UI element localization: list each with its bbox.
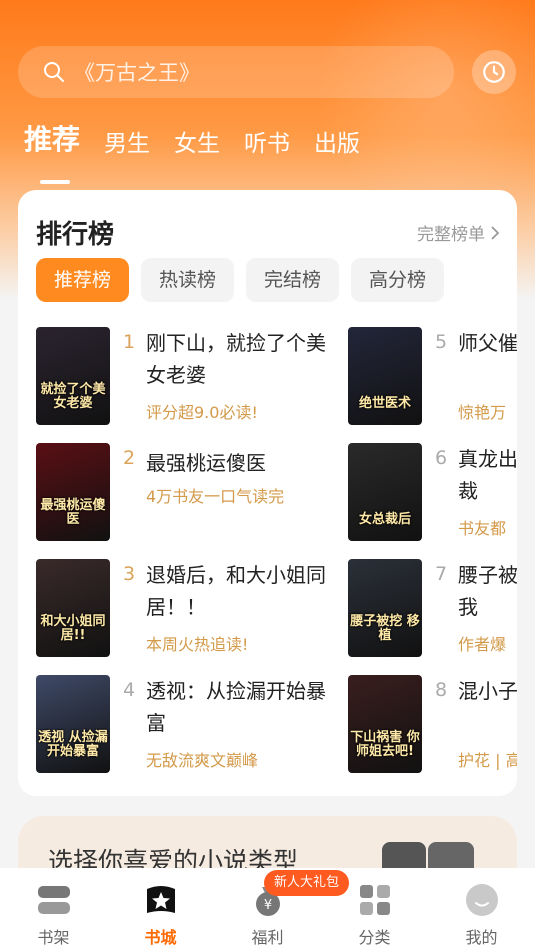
cover-title: 和大小姐同居!! [40, 614, 106, 643]
ranking-card: 排行榜 完整榜单 推荐榜 热读榜 完结榜 高分榜 就捡了个美女老婆 1 刚下山，… [18, 190, 517, 796]
book-title: 腰子被挖，移植肾后我 [458, 563, 517, 619]
book-cover: 女总裁后 [348, 443, 422, 541]
book-item[interactable]: 最强桃运傻医 2 最强桃运傻医 4万书友一口气读完 [36, 443, 356, 543]
categories-grid-icon [359, 885, 390, 915]
book-rank: 7 [435, 563, 448, 585]
nav-label: 书城 [144, 928, 177, 947]
book-item[interactable]: 和大小姐同居!! 3 退婚后，和大小姐同居！！ 本周火热追读! [36, 559, 356, 659]
book-cover: 下山祸害 你师姐去吧! [348, 675, 422, 773]
book-cover: 绝世医术 [348, 327, 422, 425]
nav-label: 分类 [358, 928, 391, 947]
book-cover: 就捡了个美女老婆 [36, 327, 110, 425]
cover-title: 绝世医术 [358, 396, 411, 411]
book-tag: 无敌流爽文巅峰 [146, 751, 259, 770]
cover-title: 下山祸害 你师姐去吧! [350, 730, 420, 759]
bookstore-star-icon [146, 886, 175, 913]
chevron-right-icon [491, 225, 500, 240]
book-title: 真龙出狱：物人女总裁 [458, 447, 517, 503]
book-item[interactable]: 就捡了个美女老婆 1 刚下山，就捡了个美女老婆 评分超9.0必读! [36, 327, 356, 427]
book-item[interactable]: 腰子被挖 移植 7 腰子被挖，移植肾后我 作者爆 [348, 559, 517, 659]
book-title: 透视：从捡漏开始暴富 [146, 679, 326, 735]
search-placeholder: 《万古之王》 [74, 61, 200, 85]
new-user-gift-badge[interactable]: 新人大礼包 [264, 870, 350, 896]
ranking-filters: 推荐榜 热读榜 完结榜 高分榜 [36, 258, 456, 302]
profile-icon [465, 884, 498, 916]
bookshelf-icon [37, 886, 70, 914]
book-cover: 和大小姐同居!! [36, 559, 110, 657]
book-cover: 最强桃运傻医 [36, 443, 110, 541]
book-rank: 8 [435, 679, 448, 701]
book-rank: 6 [435, 447, 448, 469]
book-tag: 评分超9.0必读! [146, 403, 258, 422]
book-cover: 腰子被挖 移植 [348, 559, 422, 657]
book-rank: 3 [123, 563, 136, 585]
nav-label: 书架 [37, 928, 70, 947]
filter-high-score[interactable]: 高分榜 [351, 258, 445, 302]
book-tag: 4万书友一口气读完 [146, 487, 285, 506]
tab-audiobook[interactable]: 听书 [244, 124, 290, 158]
search-icon [44, 62, 64, 82]
book-cover: 透视 从捡漏开始暴富 [36, 675, 110, 773]
nav-bookshelf[interactable]: 书架 [9, 868, 99, 951]
nav-bookstore[interactable]: 书城 [116, 868, 206, 951]
filter-recommend[interactable]: 推荐榜 [36, 258, 130, 302]
book-title: 师父催我下山 [458, 331, 517, 355]
tab-indicator [40, 180, 70, 184]
ranking-title: 排行榜 [36, 220, 115, 250]
nav-label: 我的 [465, 928, 498, 947]
book-tag: 作者爆 [458, 635, 507, 654]
nav-profile[interactable]: 我的 [437, 868, 527, 951]
book-tag: 本周火热追读! [146, 635, 249, 654]
cover-title: 女总裁后 [358, 512, 411, 527]
book-tag: 护花 | 高 [458, 751, 517, 770]
book-item[interactable]: 女总裁后 6 真龙出狱：物人女总裁 书友都 [348, 443, 517, 543]
book-title: 退婚后，和大小姐同居！！ [146, 563, 326, 619]
cover-title: 透视 从捡漏开始暴富 [38, 730, 108, 759]
cover-title: 最强桃运傻医 [40, 498, 106, 527]
tab-publishing[interactable]: 出版 [314, 124, 360, 158]
tab-recommend[interactable]: 推荐 [24, 118, 81, 184]
svg-text:¥: ¥ [263, 898, 271, 913]
clock-icon [483, 61, 505, 83]
book-title: 刚下山，就捡了个美女老婆 [146, 331, 326, 387]
cover-title: 就捡了个美女老婆 [40, 382, 106, 411]
full-ranking-link[interactable]: 完整榜单 [417, 220, 501, 245]
book-title: 最强桃运傻医 [146, 451, 266, 475]
history-button[interactable] [472, 50, 516, 94]
filter-completed[interactable]: 完结榜 [246, 258, 340, 302]
book-rank: 5 [435, 331, 448, 353]
book-tag: 惊艳万 [458, 403, 507, 422]
book-rank: 2 [123, 447, 136, 469]
book-title: 混小子，师娘啊 [458, 679, 517, 703]
book-item[interactable]: 绝世医术 5 师父催我下山 惊艳万 [348, 327, 517, 427]
book-item[interactable]: 下山祸害 你师姐去吧! 8 混小子，师娘啊 护花 | 高 [348, 675, 517, 775]
category-tabs: 推荐 男生 女生 听书 出版 [24, 118, 384, 184]
tab-male[interactable]: 男生 [104, 124, 150, 158]
book-rank: 1 [123, 331, 136, 353]
search-bar[interactable]: 《万古之王》 [18, 46, 454, 98]
book-item[interactable]: 透视 从捡漏开始暴富 4 透视：从捡漏开始暴富 无敌流爽文巅峰 [36, 675, 356, 775]
cover-title: 腰子被挖 移植 [350, 614, 420, 643]
filter-hot[interactable]: 热读榜 [141, 258, 235, 302]
full-ranking-label: 完整榜单 [417, 225, 485, 245]
tab-female[interactable]: 女生 [174, 124, 220, 158]
tab-label: 推荐 [24, 123, 81, 156]
book-tag: 书友都 [458, 519, 507, 538]
nav-label: 福利 [251, 928, 284, 947]
book-rank: 4 [123, 679, 136, 701]
